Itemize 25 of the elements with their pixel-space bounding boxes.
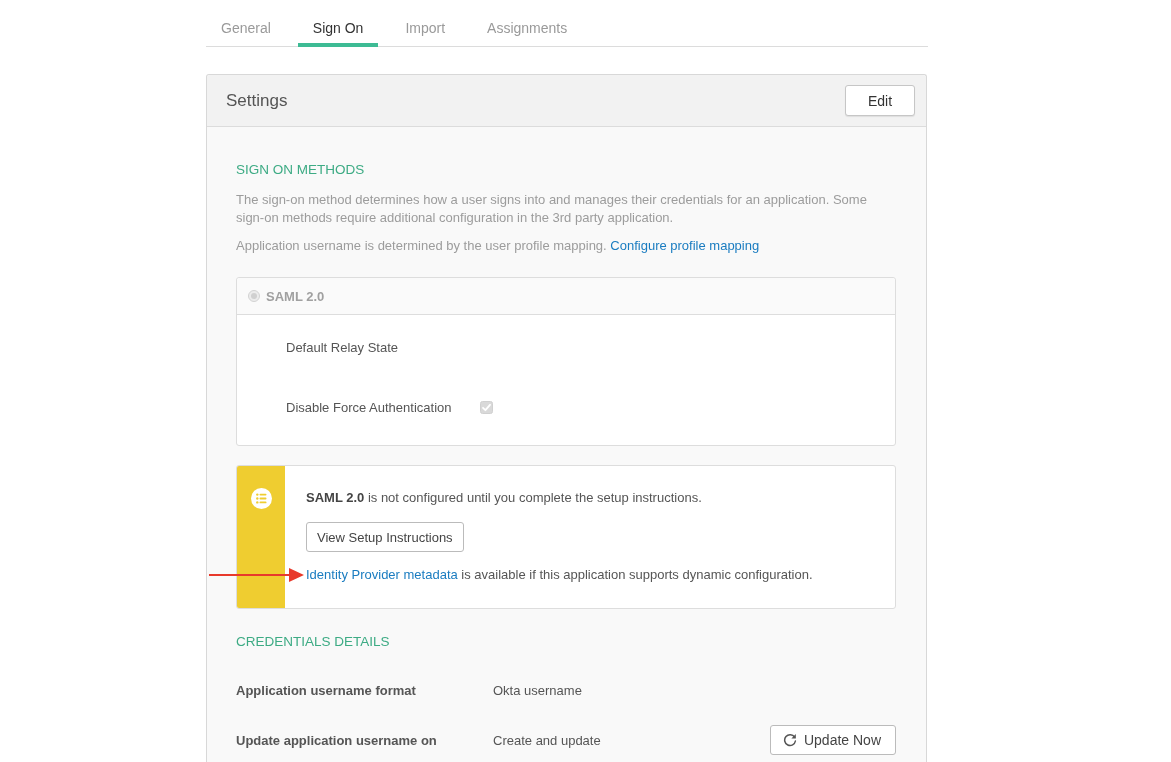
update-now-button[interactable]: Update Now xyxy=(769,725,896,755)
field-label: Default Relay State xyxy=(286,339,398,355)
profile-mapping-link[interactable]: Configure profile mapping xyxy=(610,238,760,253)
field-label: Application username format xyxy=(236,682,416,698)
notice-message: SAML 2.0 is not configured until you complete the setup instructions. xyxy=(306,489,703,507)
list-icon xyxy=(250,488,272,509)
metadata-note: Identity Provider metadata is available if this application supports dynamic configuration. xyxy=(306,566,813,584)
refresh-icon xyxy=(782,733,797,747)
field-label: Update application username on xyxy=(236,732,437,748)
edit-button[interactable]: Edit xyxy=(845,85,915,116)
field-value: Create and update xyxy=(493,732,601,748)
method-label: SAML 2.0 xyxy=(266,288,325,304)
description-text: The sign-on method determines how a user signs into and manages their credentials for an application. Some sign-on methods require additional configuration in the 3rd party application. xyxy=(236,191,868,227)
field-value: Okta username xyxy=(493,682,582,698)
mapping-note: Application username is determined by the user profile mapping. Configure profile mapping xyxy=(236,237,761,255)
panel-title: Settings xyxy=(226,90,288,111)
metadata-link[interactable]: Identity Provider metadata xyxy=(306,567,458,582)
tab[interactable]: Assignments xyxy=(472,0,583,47)
tab[interactable]: Import xyxy=(390,0,461,47)
tab[interactable]: General xyxy=(206,0,286,47)
section-heading: SIGN ON METHODS xyxy=(236,161,365,179)
section-heading: CREDENTIALS DETAILS xyxy=(236,633,390,651)
field-label: Disable Force Authentication xyxy=(286,399,452,415)
tab[interactable]: Sign On xyxy=(297,0,379,47)
setup-instructions-button[interactable]: View Setup Instructions xyxy=(306,522,464,552)
